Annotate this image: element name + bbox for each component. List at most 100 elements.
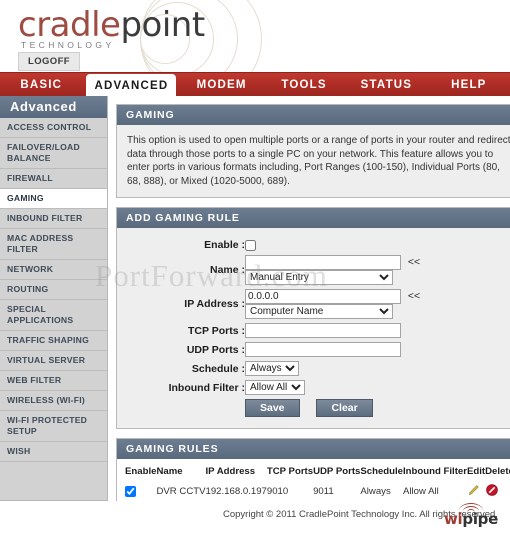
enable-label: Enable : — [204, 239, 245, 251]
col-delete: Delete — [485, 466, 510, 477]
col-udp-ports: UDP Ports — [313, 466, 361, 477]
nav-tab-status[interactable]: STATUS — [345, 73, 427, 96]
table-header-row: Enable Name IP Address TCP Ports UDP Por… — [125, 466, 510, 482]
name-input[interactable] — [245, 255, 401, 270]
main-panel: GAMING This option is used to open multi… — [108, 96, 510, 512]
ip-address-input[interactable] — [245, 289, 401, 304]
gaming-rules-table: Enable Name IP Address TCP Ports UDP Por… — [125, 466, 510, 501]
inbound-filter-field-cell: Allow All — [245, 378, 510, 397]
gaming-panel-title: GAMING — [117, 105, 510, 125]
sidebar-item-network[interactable]: NETWORK — [0, 260, 107, 280]
row-edit-cell — [467, 482, 485, 501]
wipipe-arc-decoration — [444, 503, 498, 511]
page-footer: Copyright © 2011 CradlePoint Technology … — [115, 501, 510, 535]
wipipe-logo: wipipe — [444, 503, 498, 527]
row-enable-checkbox[interactable] — [125, 485, 136, 497]
sidebar-item-wish[interactable]: WISH — [0, 442, 107, 462]
tcp-ports-input[interactable] — [245, 323, 401, 338]
udp-ports-field-cell — [245, 340, 510, 359]
brand-logo: cradlepoint TECHNOLOGY — [18, 6, 205, 50]
form-row-enable: Enable : — [127, 237, 510, 253]
nav-tab-modem[interactable]: MODEM — [180, 73, 262, 96]
gaming-panel-body: This option is used to open multiple por… — [117, 125, 510, 197]
tcp-ports-label: TCP Ports : — [188, 324, 245, 337]
form-row-udp-ports: UDP Ports : — [127, 340, 510, 359]
nav-tab-help[interactable]: HELP — [428, 73, 510, 96]
form-row-schedule: Schedule : Always — [127, 359, 510, 378]
form-row-buttons: Save Clear — [127, 397, 510, 419]
logo-wordmark: cradlepoint — [18, 6, 205, 44]
gaming-rules-body-rows: DVR CCTV 192.168.0.197 9010 9011 Always … — [125, 482, 510, 501]
col-schedule: Schedule — [360, 466, 404, 477]
enable-field-cell — [245, 237, 510, 253]
row-schedule: Always — [360, 486, 391, 497]
schedule-select[interactable]: Always — [245, 361, 299, 376]
sidebar-item-routing[interactable]: ROUTING — [0, 280, 107, 300]
row-name: DVR CCTV — [156, 486, 206, 497]
row-inbound-filter: Allow All — [403, 486, 439, 497]
name-arrows-label: << — [407, 256, 421, 268]
add-rule-form: Enable : Name : << Manual Entry IP Addre… — [127, 237, 510, 419]
col-tcp-ports: TCP Ports — [266, 466, 314, 477]
computer-name-select[interactable]: Computer Name — [245, 304, 393, 319]
schedule-field-cell: Always — [245, 359, 510, 378]
sidebar-item-wifi-protected-setup[interactable]: WI-FI PROTECTED SETUP — [0, 411, 107, 442]
sidebar-item-failover-load-balance[interactable]: FAILOVER/LOAD BALANCE — [0, 138, 107, 169]
nav-tab-basic[interactable]: BASIC — [0, 73, 82, 96]
row-enable-cell — [125, 482, 156, 501]
name-field-cell: << Manual Entry — [245, 253, 510, 287]
udp-ports-input[interactable] — [245, 342, 401, 357]
clear-button[interactable]: Clear — [316, 399, 373, 417]
gaming-description: This option is used to open multiple por… — [127, 135, 510, 187]
form-row-tcp-ports: TCP Ports : — [127, 321, 510, 340]
logo-wordmark-secondary: point — [120, 5, 205, 45]
delete-circle-icon[interactable] — [485, 483, 499, 500]
name-label: Name : — [209, 264, 245, 276]
form-row-ip-address: IP Address : << Computer Name — [127, 287, 510, 321]
sidebar-title: Advanced — [0, 96, 107, 118]
udp-ports-label: UDP Ports : — [186, 343, 245, 356]
table-row: DVR CCTV 192.168.0.197 9010 9011 Always … — [125, 482, 510, 501]
logo-wordmark-primary: cradle — [18, 5, 121, 45]
buttons-spacer — [127, 397, 245, 419]
sidebar-item-special-applications[interactable]: SPECIAL APPLICATIONS — [0, 300, 107, 331]
buttons-cell: Save Clear — [245, 397, 510, 419]
nav-tab-advanced[interactable]: ADVANCED — [86, 74, 177, 96]
row-ip-address: 192.168.0.197 — [205, 486, 267, 497]
col-inbound-filter: Inbound Filter — [403, 466, 467, 477]
gaming-info-panel: GAMING This option is used to open multi… — [116, 104, 510, 198]
row-udp-ports: 9011 — [313, 486, 334, 497]
sidebar: Advanced ACCESS CONTROL FAILOVER/LOAD BA… — [0, 96, 108, 501]
logoff-button[interactable]: LOGOFF — [18, 52, 80, 71]
name-source-select[interactable]: Manual Entry — [245, 270, 393, 285]
tcp-ports-field-cell — [245, 321, 510, 340]
page-content: Advanced ACCESS CONTROL FAILOVER/LOAD BA… — [0, 96, 510, 512]
sidebar-item-virtual-server[interactable]: VIRTUAL SERVER — [0, 351, 107, 371]
col-enable: Enable — [125, 466, 157, 477]
row-tcp-ports: 9010 — [266, 486, 289, 497]
inbound-filter-select[interactable]: Allow All — [245, 380, 305, 395]
nav-tab-tools[interactable]: TOOLS — [263, 73, 345, 96]
sidebar-item-traffic-shaping[interactable]: TRAFFIC SHAPING — [0, 331, 107, 351]
sidebar-item-gaming[interactable]: GAMING — [0, 189, 107, 209]
inbound-filter-label: Inbound Filter : — [168, 381, 245, 394]
col-ip-address: IP Address — [205, 466, 256, 477]
ip-address-field-cell: << Computer Name — [245, 287, 510, 321]
save-button[interactable]: Save — [245, 399, 300, 417]
sidebar-item-access-control[interactable]: ACCESS CONTROL — [0, 118, 107, 138]
page-header: cradlepoint TECHNOLOGY LOGOFF — [0, 0, 510, 72]
sidebar-item-firewall[interactable]: FIREWALL — [0, 169, 107, 189]
form-row-name: Name : << Manual Entry — [127, 253, 510, 287]
enable-checkbox[interactable] — [245, 239, 256, 251]
gaming-rules-head: Enable Name IP Address TCP Ports UDP Por… — [125, 466, 510, 482]
add-gaming-rule-panel: ADD GAMING RULE Enable : Name : << Manua… — [116, 207, 510, 429]
sidebar-item-mac-address-filter[interactable]: MAC ADDRESS FILTER — [0, 229, 107, 260]
ip-arrows-label: << — [407, 290, 421, 302]
sidebar-item-wireless-wifi[interactable]: WIRELESS (WI-FI) — [0, 391, 107, 411]
sidebar-item-inbound-filter[interactable]: INBOUND FILTER — [0, 209, 107, 229]
form-row-inbound-filter: Inbound Filter : Allow All — [127, 378, 510, 397]
schedule-label: Schedule : — [191, 362, 245, 375]
add-rule-panel-title: ADD GAMING RULE — [117, 208, 510, 228]
pencil-icon[interactable] — [467, 483, 481, 500]
sidebar-item-web-filter[interactable]: WEB FILTER — [0, 371, 107, 391]
